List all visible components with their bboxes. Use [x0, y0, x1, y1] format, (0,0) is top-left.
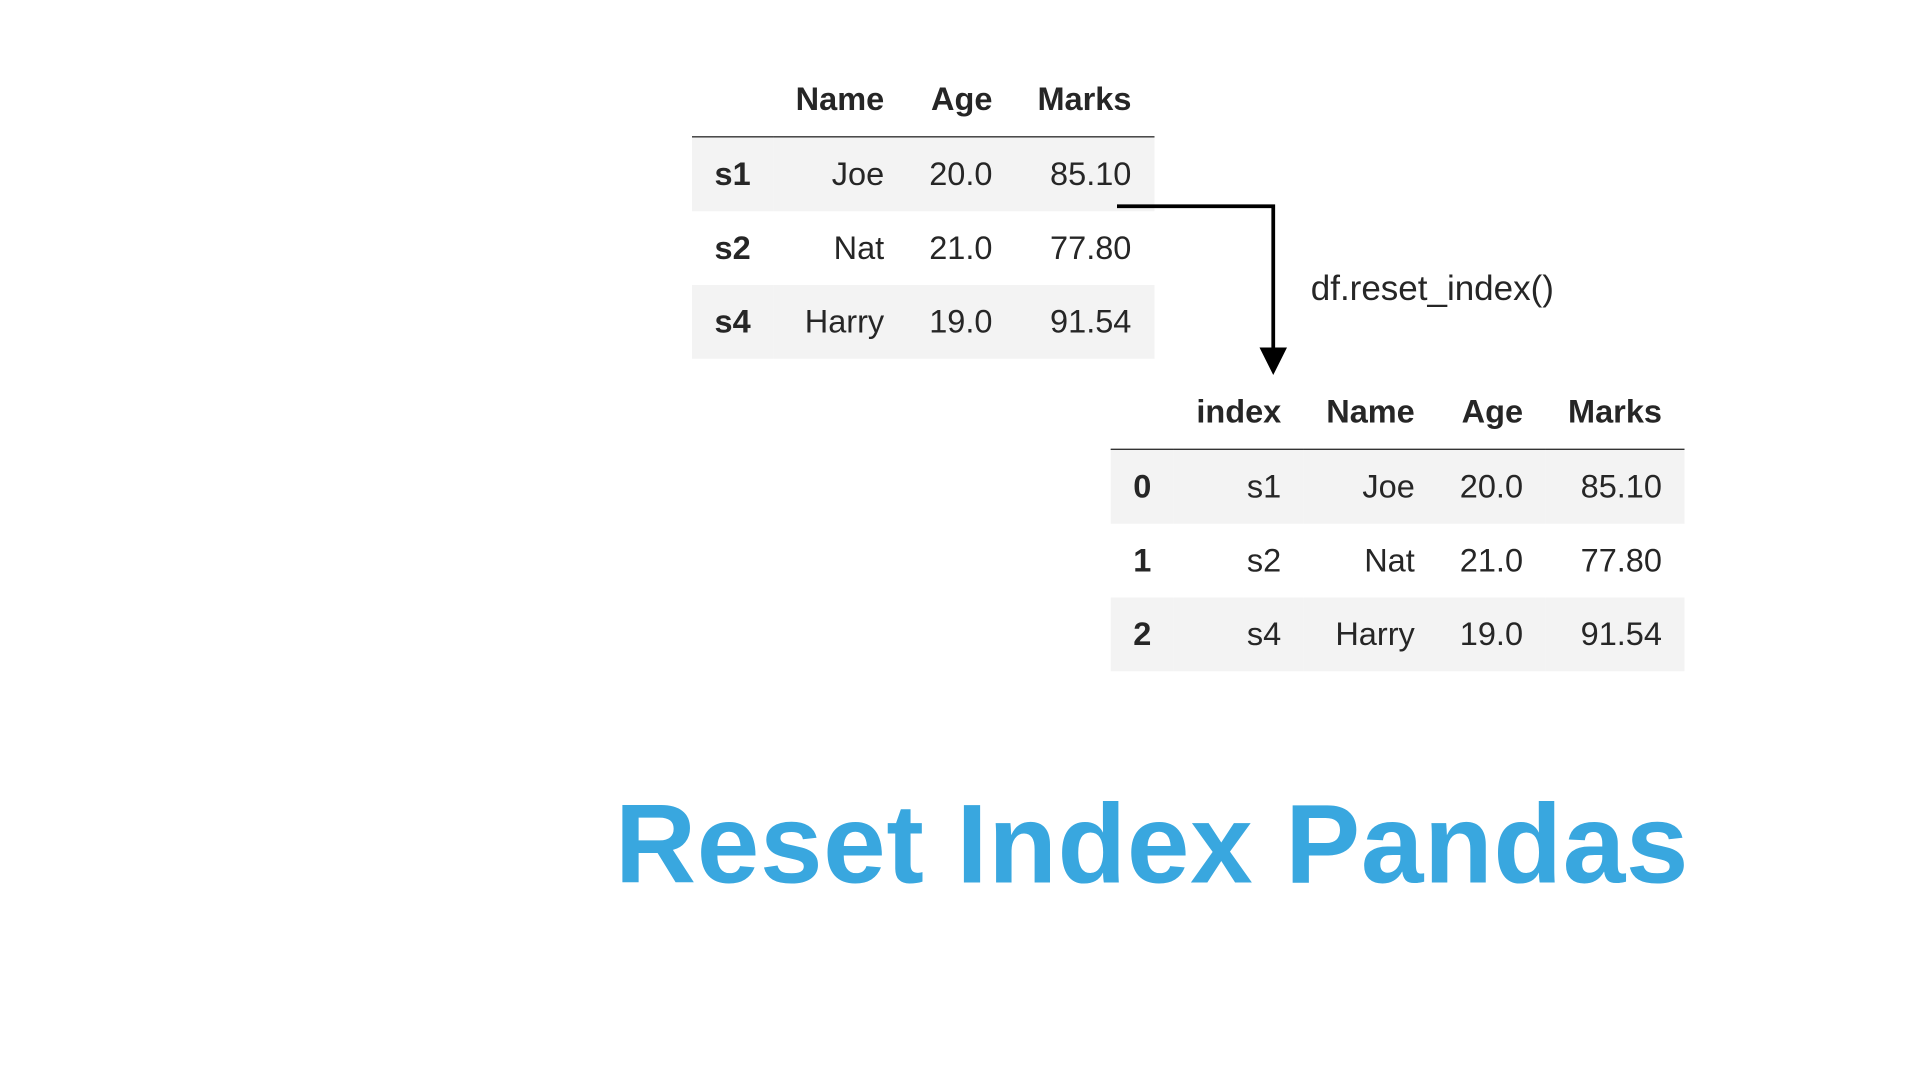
table-row: 1 s2 Nat 21.0 77.80 [1111, 524, 1685, 598]
code-expression: df.reset_index() [1311, 269, 1554, 309]
dataframe-before: Name Age Marks s1 Joe 20.0 85.10 s2 Nat [692, 63, 1154, 359]
cell: 21.0 [1437, 524, 1545, 598]
table-before: Name Age Marks s1 Joe 20.0 85.10 s2 Nat [692, 63, 1154, 359]
cell: 19.0 [1437, 598, 1545, 672]
cell: 91.54 [1546, 598, 1685, 672]
cell: Nat [773, 211, 907, 285]
cell: s1 [1174, 449, 1304, 523]
cell: Joe [773, 137, 907, 211]
row-index: s4 [692, 285, 773, 359]
row-index: 1 [1111, 524, 1174, 598]
cell: Harry [773, 285, 907, 359]
col-header: Age [1437, 375, 1545, 449]
table-header-row: index Name Age Marks [1111, 375, 1685, 449]
table-row: 2 s4 Harry 19.0 91.54 [1111, 598, 1685, 672]
cell: Nat [1304, 524, 1438, 598]
cell: 77.80 [1546, 524, 1685, 598]
cell: 20.0 [1437, 449, 1545, 523]
table-row: s4 Harry 19.0 91.54 [692, 285, 1154, 359]
col-header: index [1174, 375, 1304, 449]
col-header: Name [1304, 375, 1438, 449]
cell: 21.0 [907, 211, 1015, 285]
row-index: s1 [692, 137, 773, 211]
cell: s4 [1174, 598, 1304, 672]
cell: Joe [1304, 449, 1438, 523]
cell: s2 [1174, 524, 1304, 598]
row-index: 0 [1111, 449, 1174, 523]
cell: 20.0 [907, 137, 1015, 211]
cell: 19.0 [907, 285, 1015, 359]
dataframe-after: index Name Age Marks 0 s1 Joe 20.0 85.10 [1111, 375, 1685, 671]
col-header: Marks [1546, 375, 1685, 449]
cell: Harry [1304, 598, 1438, 672]
table-row: 0 s1 Joe 20.0 85.10 [1111, 449, 1685, 523]
table-corner [692, 63, 773, 137]
arrow-icon [1117, 200, 1292, 381]
col-header: Marks [1015, 63, 1154, 137]
page-title: Reset Index Pandas [192, 781, 1920, 910]
cell: 85.10 [1546, 449, 1685, 523]
table-corner [1111, 375, 1174, 449]
table-row: s2 Nat 21.0 77.80 [692, 211, 1154, 285]
col-header: Age [907, 63, 1015, 137]
col-header: Name [773, 63, 907, 137]
row-index: s2 [692, 211, 773, 285]
row-index: 2 [1111, 598, 1174, 672]
table-after: index Name Age Marks 0 s1 Joe 20.0 85.10 [1111, 375, 1685, 671]
table-row: s1 Joe 20.0 85.10 [692, 137, 1154, 211]
table-header-row: Name Age Marks [692, 63, 1154, 137]
